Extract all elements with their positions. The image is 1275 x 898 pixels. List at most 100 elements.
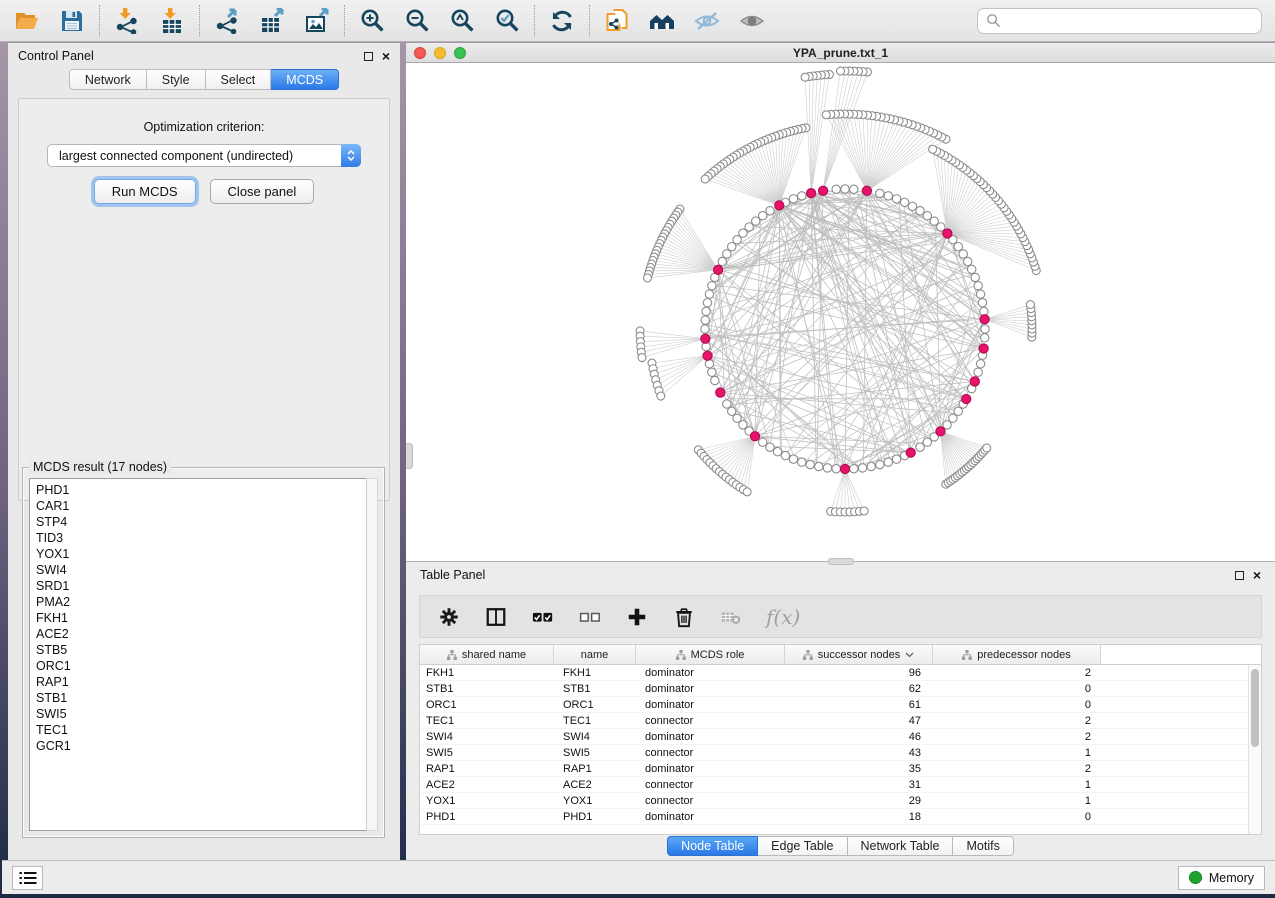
mcds-result-item[interactable]: PHD1 [36, 482, 377, 498]
ring-node[interactable] [976, 360, 984, 368]
mcds-hub-node[interactable] [979, 344, 988, 353]
ring-node[interactable] [850, 465, 858, 473]
import-network-icon[interactable] [113, 7, 141, 35]
mcds-result-item[interactable]: STB5 [36, 642, 377, 658]
mcds-hub-node[interactable] [962, 394, 971, 403]
deselect-all-icon[interactable] [578, 605, 602, 629]
task-history-button[interactable] [12, 866, 43, 890]
tab-node-table[interactable]: Node Table [667, 836, 758, 856]
zoom-out-icon[interactable] [403, 7, 431, 35]
leaf-node[interactable] [1026, 301, 1034, 309]
column-header-shared-name[interactable]: shared name [420, 645, 554, 664]
table-row[interactable]: SWI5SWI5connector431 [420, 745, 1248, 761]
ring-node[interactable] [884, 458, 892, 466]
tab-motifs[interactable]: Motifs [953, 836, 1013, 856]
ring-node[interactable] [723, 250, 731, 258]
ring-node[interactable] [703, 299, 711, 307]
ring-node[interactable] [815, 462, 823, 470]
mcds-hub-node[interactable] [750, 432, 759, 441]
tab-network-table[interactable]: Network Table [848, 836, 954, 856]
table-row[interactable]: STB1STB1dominator620 [420, 681, 1248, 697]
network-titlebar[interactable]: YPA_prune.txt_1 [406, 43, 1275, 63]
ring-node[interactable] [728, 243, 736, 251]
mcds-hub-node[interactable] [943, 229, 952, 238]
leaf-node[interactable] [701, 175, 709, 183]
ring-node[interactable] [892, 455, 900, 463]
close-panel-button[interactable]: Close panel [210, 179, 315, 204]
ring-node[interactable] [781, 451, 789, 459]
zoom-fit-icon[interactable] [448, 7, 476, 35]
mcds-result-item[interactable]: TID3 [36, 530, 377, 546]
ring-node[interactable] [971, 273, 979, 281]
ring-node[interactable] [841, 185, 849, 193]
ring-node[interactable] [916, 207, 924, 215]
export-image-icon[interactable] [303, 7, 331, 35]
mcds-result-item[interactable]: CAR1 [36, 498, 377, 514]
ring-node[interactable] [974, 282, 982, 290]
table-row[interactable]: TEC1TEC1connector472 [420, 713, 1248, 729]
mcds-result-item[interactable]: ORC1 [36, 658, 377, 674]
delete-column-icon[interactable] [672, 605, 696, 629]
hide-selected-icon[interactable] [693, 7, 721, 35]
mcds-hub-node[interactable] [703, 351, 712, 360]
ring-node[interactable] [963, 257, 971, 265]
mcds-result-item[interactable]: SRD1 [36, 578, 377, 594]
mcds-result-item[interactable]: ACE2 [36, 626, 377, 642]
ring-node[interactable] [974, 368, 982, 376]
ring-node[interactable] [708, 368, 716, 376]
function-builder-icon[interactable]: f(x) [766, 605, 800, 629]
float-panel-icon[interactable] [364, 52, 373, 61]
open-file-icon[interactable] [13, 7, 41, 35]
table-row[interactable]: ACE2ACE2connector311 [420, 777, 1248, 793]
mcds-result-item[interactable]: YOX1 [36, 546, 377, 562]
search-input[interactable] [1007, 14, 1253, 28]
column-header-name[interactable]: name [554, 645, 636, 664]
tab-edge-table[interactable]: Edge Table [758, 836, 847, 856]
mcds-hub-node[interactable] [980, 315, 989, 324]
tab-select[interactable]: Select [206, 69, 272, 90]
ring-node[interactable] [705, 290, 713, 298]
mcds-list-scrollbar[interactable] [366, 478, 378, 831]
ring-node[interactable] [766, 207, 774, 215]
ring-node[interactable] [981, 334, 989, 342]
table-options-icon[interactable] [437, 605, 461, 629]
mcds-hub-node[interactable] [701, 334, 710, 343]
mcds-result-item[interactable]: PMA2 [36, 594, 377, 610]
ring-node[interactable] [876, 460, 884, 468]
leaf-node[interactable] [657, 392, 665, 400]
mcds-hub-node[interactable] [906, 448, 915, 457]
ring-node[interactable] [702, 307, 710, 315]
ring-node[interactable] [798, 192, 806, 200]
mcds-hub-node[interactable] [775, 201, 784, 210]
zoom-in-icon[interactable] [358, 7, 386, 35]
add-column-icon[interactable] [625, 605, 649, 629]
table-scrollbar-thumb[interactable] [1251, 669, 1259, 747]
import-table-icon[interactable] [158, 7, 186, 35]
ring-node[interactable] [798, 458, 806, 466]
mcds-result-list[interactable]: PHD1CAR1STP4TID3YOX1SWI4SRD1PMA2FKH1ACE2… [29, 478, 378, 831]
ring-node[interactable] [981, 325, 989, 333]
mcds-hub-node[interactable] [936, 427, 945, 436]
ring-node[interactable] [789, 195, 797, 203]
mcds-hub-node[interactable] [716, 388, 725, 397]
mcds-result-item[interactable]: STB1 [36, 690, 377, 706]
leaf-node[interactable] [743, 488, 751, 496]
save-session-icon[interactable] [58, 7, 86, 35]
column-header-successor-nodes[interactable]: successor nodes [785, 645, 933, 664]
ring-node[interactable] [705, 360, 713, 368]
first-neighbors-icon[interactable] [648, 7, 676, 35]
ring-node[interactable] [806, 460, 814, 468]
optimization-criterion-select[interactable]: largest connected component (undirected) [47, 144, 361, 167]
ring-node[interactable] [908, 202, 916, 210]
mcds-result-item[interactable]: RAP1 [36, 674, 377, 690]
ring-node[interactable] [711, 376, 719, 384]
mcds-result-item[interactable]: SWI5 [36, 706, 377, 722]
mcds-result-item[interactable]: STP4 [36, 514, 377, 530]
ring-node[interactable] [832, 185, 840, 193]
ring-node[interactable] [850, 185, 858, 193]
ring-node[interactable] [789, 455, 797, 463]
ring-node[interactable] [959, 250, 967, 258]
ring-node[interactable] [823, 464, 831, 472]
column-header-MCDS-role[interactable]: MCDS role [636, 645, 785, 664]
table-row[interactable]: YOX1YOX1connector291 [420, 793, 1248, 809]
